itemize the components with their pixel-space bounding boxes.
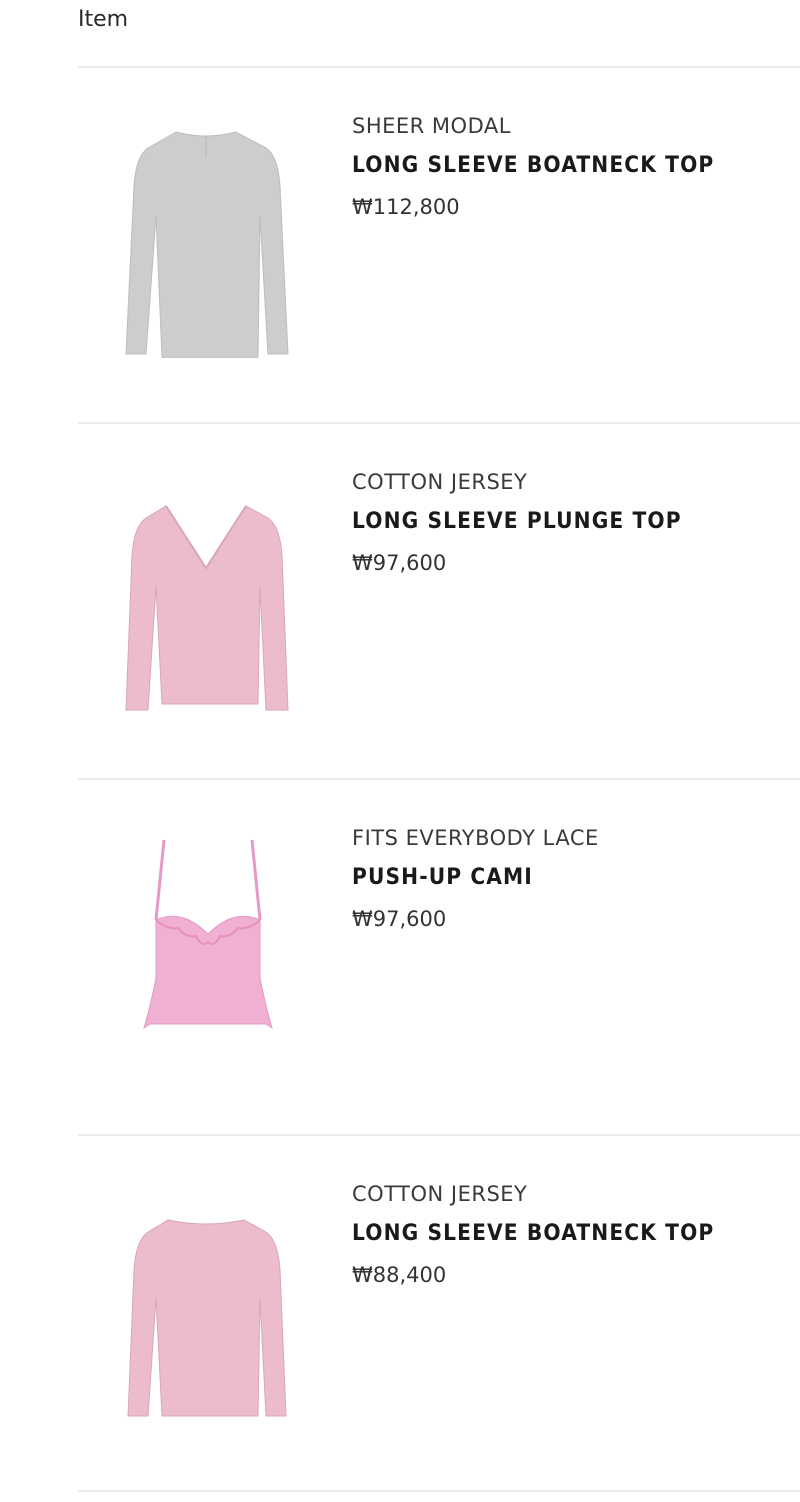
column-header-item: Item — [78, 6, 129, 32]
list-item: COTTON JERSEY LONG SLEEVE PLUNGE TOP ₩97… — [78, 424, 800, 780]
plunge-top-pink-icon — [125, 505, 289, 711]
product-name-link[interactable]: LONG SLEEVE PLUNGE TOP — [352, 511, 682, 533]
boatneck-top-grey-icon — [125, 131, 289, 358]
product-name-link[interactable]: PUSH-UP CAMI — [352, 867, 579, 889]
product-collection: COTTON JERSEY — [352, 470, 528, 494]
product-price: ₩88,400 — [352, 1263, 447, 1287]
list-item: COTTON JERSEY LONG SLEEVE BOATNECK TOP ₩… — [78, 1136, 800, 1492]
list-item: SHEER MODAL LONG SLEEVE BOATNECK TOP ₩11… — [78, 66, 800, 424]
product-collection: SHEER MODAL — [352, 114, 511, 138]
boatneck-top-pink-icon — [127, 1219, 287, 1417]
cami-pink-icon — [143, 839, 273, 1030]
product-image-link[interactable] — [116, 1194, 296, 1434]
product-image-link[interactable] — [116, 482, 296, 722]
product-name-link[interactable]: LONG SLEEVE BOATNECK TOP — [352, 1223, 714, 1245]
product-price: ₩97,600 — [352, 551, 447, 575]
product-collection: FITS EVERYBODY LACE — [352, 826, 599, 850]
product-price: ₩97,600 — [352, 907, 447, 931]
product-collection: COTTON JERSEY — [352, 1182, 528, 1206]
product-name-link[interactable]: LONG SLEEVE BOATNECK TOP — [352, 155, 714, 177]
cart-item-list: SHEER MODAL LONG SLEEVE BOATNECK TOP ₩11… — [78, 66, 800, 1492]
product-image-link[interactable] — [116, 838, 296, 1078]
product-price: ₩112,800 — [352, 195, 460, 219]
product-image-link[interactable] — [116, 126, 296, 366]
list-item: FITS EVERYBODY LACE PUSH-UP CAMI ₩97,600 — [78, 780, 800, 1136]
